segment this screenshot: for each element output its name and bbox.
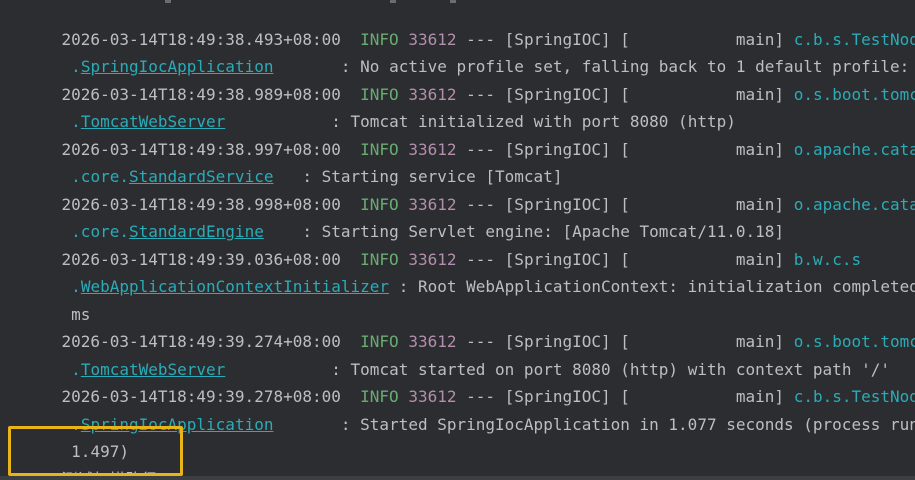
log-line-continuation: .core.StandardService : Starting service… bbox=[71, 167, 563, 186]
log-message: : Root WebApplicationContext: initializa… bbox=[389, 277, 915, 296]
log-line-continuation: ms bbox=[23, 285, 90, 324]
log-line: 2026-03-14T18:49:38.998+08:00 INFO 33612… bbox=[23, 175, 915, 214]
log-line: 2026-03-14T18:49:39.274+08:00 INFO 33612… bbox=[23, 312, 915, 351]
log-line-continuation: .SpringIocApplication : No active profil… bbox=[23, 37, 915, 76]
log-line-continuation: .TomcatWebServer : Tomcat initialized wi… bbox=[71, 112, 736, 131]
console-bottom-border bbox=[0, 476, 915, 480]
log-message: : Started SpringIocApplication in 1.077 … bbox=[331, 415, 915, 434]
log-line: 2026-03-14T18:49:39.278+08:00 INFO 33612… bbox=[23, 367, 915, 406]
logger-class-link[interactable]: WebApplicationContextInitializer bbox=[81, 277, 389, 296]
console-output[interactable]: 2026-03-14T18:49:38.493+08:00 INFO 33612… bbox=[10, 0, 915, 480]
highlight-box bbox=[8, 426, 183, 476]
log-thread: [ main] bbox=[620, 140, 785, 159]
log-line-continuation: .WebApplicationContextInitializer : Root… bbox=[23, 257, 915, 296]
log-line: 2026-03-14T18:49:38.493+08:00 INFO 33612… bbox=[23, 10, 915, 49]
log-line: 2026-03-14T18:49:39.036+08:00 INFO 33612… bbox=[61, 250, 862, 269]
log-line: 2026-03-14T18:49:38.997+08:00 INFO 33612… bbox=[23, 120, 915, 159]
log-logger: o.s.boot.tomca bbox=[793, 85, 915, 104]
log-line: 2026-03-14T18:49:38.989+08:00 INFO 33612… bbox=[23, 65, 915, 104]
log-line-continuation: .core.StandardEngine : Starting Servlet … bbox=[71, 222, 785, 241]
log-line-continuation: .TomcatWebServer : Tomcat started on por… bbox=[71, 360, 890, 379]
log-logger: o.apache.catal bbox=[793, 140, 915, 159]
previous-line-fragment bbox=[10, 0, 915, 3]
log-line-continuation: .SpringIocApplication : Started SpringIo… bbox=[23, 395, 915, 434]
log-logger: o.apache.catal bbox=[793, 195, 915, 214]
